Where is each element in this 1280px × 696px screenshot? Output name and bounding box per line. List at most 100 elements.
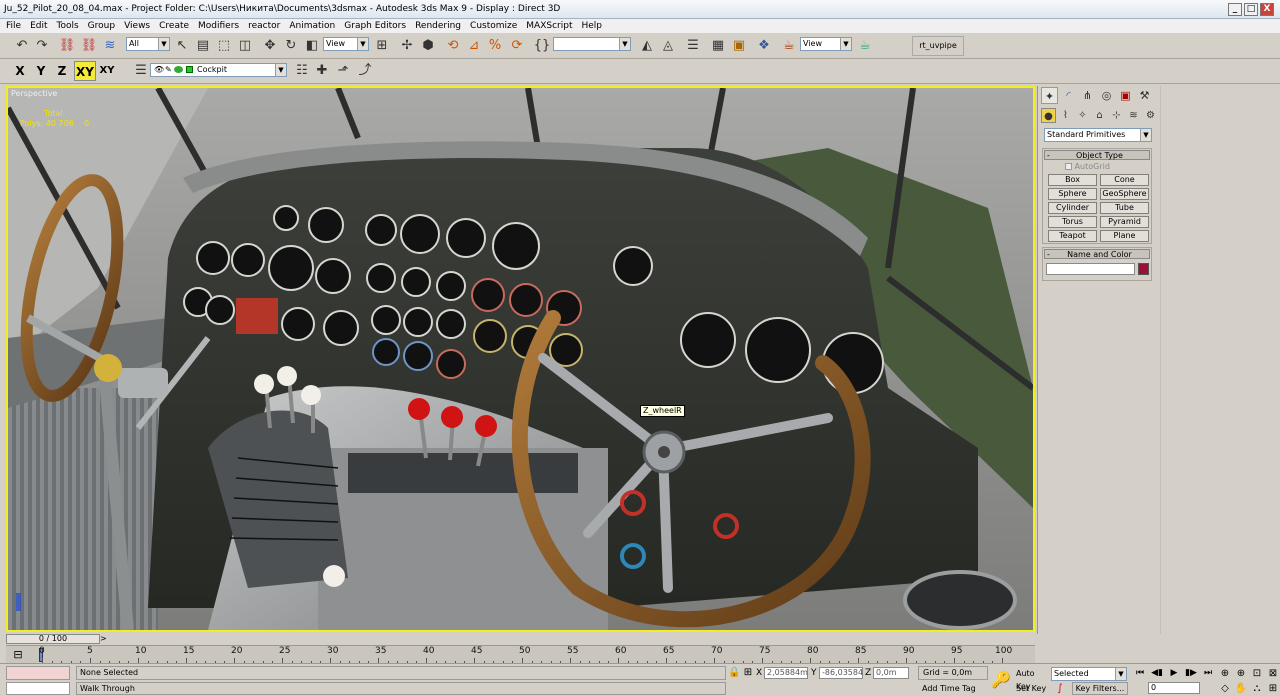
next-frame-icon[interactable]: ▮▶ — [1183, 667, 1199, 680]
selection-filter-dropdown[interactable]: All ▼ — [126, 37, 170, 51]
minimize-button[interactable]: _ — [1228, 3, 1242, 16]
pan-icon[interactable]: ✋ — [1234, 682, 1248, 695]
menu-file[interactable]: File — [6, 19, 21, 33]
field-of-view-icon[interactable]: ◇ — [1218, 682, 1232, 695]
sphere-button[interactable]: Sphere — [1048, 188, 1097, 200]
menu-views[interactable]: Views — [124, 19, 150, 33]
reference-coord-dropdown[interactable]: View ▼ — [323, 37, 369, 51]
perspective-viewport[interactable]: Perspective Total Polys: 40 706 0 Z_whee… — [6, 86, 1035, 632]
current-layer-dropdown[interactable]: 👁 ✎ Cockpit ▼ — [150, 63, 287, 77]
align-icon[interactable]: ◬ — [658, 36, 678, 56]
teapot-button[interactable]: Teapot — [1048, 230, 1097, 242]
named-selection-dropdown[interactable]: ▼ — [553, 37, 631, 51]
rt-uvpipe-button[interactable]: rt_uvpipe — [912, 36, 964, 56]
create-tab-icon[interactable]: ✦ — [1041, 87, 1058, 104]
create-layer-icon[interactable]: ☷ — [292, 61, 312, 81]
menu-group[interactable]: Group — [88, 19, 115, 33]
cone-button[interactable]: Cone — [1100, 174, 1149, 186]
y-coord-input[interactable]: -86,03584 — [819, 667, 863, 679]
axis-xy-button[interactable]: XY — [74, 61, 96, 81]
redo-icon[interactable]: ↷ — [32, 36, 52, 56]
z-coord-input[interactable]: 0,0m — [873, 667, 909, 679]
link-icon[interactable]: ⛓ — [57, 36, 77, 56]
menu-animation[interactable]: Animation — [289, 19, 335, 33]
bind-spacewarp-icon[interactable]: ≋ — [100, 36, 120, 56]
cameras-icon[interactable]: ⌂ — [1092, 108, 1107, 123]
go-to-end-icon[interactable]: ⏭ — [1200, 667, 1216, 680]
mini-curve-editor-icon[interactable]: ⊟ — [8, 648, 28, 662]
keyboard-shortcut-icon[interactable]: ⬢ — [418, 36, 438, 56]
torus-button[interactable]: Torus — [1048, 216, 1097, 228]
go-to-start-icon[interactable]: ⏮ — [1132, 667, 1148, 680]
utilities-tab-icon[interactable]: ⚒ — [1136, 87, 1153, 104]
tube-button[interactable]: Tube — [1100, 202, 1149, 214]
add-to-layer-icon[interactable]: ✚ — [312, 61, 332, 81]
default-tangents-icon[interactable]: ∫ — [1051, 682, 1069, 695]
render-scene-icon[interactable]: ☕ — [779, 36, 799, 56]
menu-maxscript[interactable]: MAXScript — [526, 19, 572, 33]
set-key-icon[interactable]: 🔑 — [990, 670, 1012, 690]
axis-x-button[interactable]: X — [11, 61, 29, 81]
lights-icon[interactable]: ✧ — [1075, 108, 1090, 123]
zoom-icon[interactable]: ⊕ — [1218, 667, 1232, 680]
systems-icon[interactable]: ⚙ — [1143, 108, 1158, 123]
object-color-swatch[interactable] — [1138, 263, 1149, 275]
play-icon[interactable]: ▶ — [1166, 667, 1182, 680]
axis-y-button[interactable]: Y — [32, 61, 50, 81]
select-manipulate-icon[interactable]: ✢ — [397, 36, 417, 56]
viewport-label[interactable]: Perspective — [11, 89, 57, 98]
pivot-center-icon[interactable]: ⊞ — [372, 36, 392, 56]
zoom-extents-all-icon[interactable]: ⊠ — [1266, 667, 1280, 680]
object-name-input[interactable] — [1046, 263, 1135, 275]
maxscript-mini-input[interactable] — [6, 682, 70, 695]
key-filters-button[interactable]: Key Filters... — [1072, 682, 1128, 695]
menu-customize[interactable]: Customize — [470, 19, 517, 33]
curve-editor-icon[interactable]: ▦ — [708, 36, 728, 56]
absolute-transform-icon[interactable]: ⊞ — [742, 666, 754, 679]
menu-rendering[interactable]: Rendering — [415, 19, 461, 33]
set-key-button[interactable]: Set Key — [1016, 682, 1050, 695]
quick-render-icon[interactable]: ☕ — [855, 36, 875, 56]
unlink-icon[interactable]: ⛓ — [79, 36, 99, 56]
rotate-icon[interactable]: ↻ — [281, 36, 301, 56]
menu-modifiers[interactable]: Modifiers — [198, 19, 239, 33]
layers-icon[interactable]: ☰ — [131, 61, 151, 81]
x-coord-input[interactable]: 2,05884m — [764, 667, 808, 679]
named-selection-icon[interactable]: {} — [532, 36, 552, 56]
render-type-dropdown[interactable]: View ▼ — [800, 37, 852, 51]
geometry-icon[interactable]: ● — [1041, 108, 1056, 123]
select-in-layer-icon[interactable]: ⬏ — [333, 61, 353, 81]
mirror-icon[interactable]: ◭ — [637, 36, 657, 56]
key-mode-dropdown[interactable]: Selected ▼ — [1051, 667, 1127, 681]
hierarchy-tab-icon[interactable]: ⋔ — [1079, 87, 1096, 104]
next-frame-icon[interactable]: > — [100, 634, 108, 644]
undo-icon[interactable]: ↶ — [12, 36, 32, 56]
shapes-icon[interactable]: ⌇ — [1058, 108, 1073, 123]
angle-snap-icon[interactable]: ⊿ — [464, 36, 484, 56]
time-slider-track[interactable]: 0 / 100 > — [6, 634, 1035, 644]
time-slider-thumb[interactable]: 0 / 100 — [6, 634, 100, 644]
menu-edit[interactable]: Edit — [30, 19, 47, 33]
walk-through-icon[interactable]: ⛬ — [1250, 682, 1264, 695]
material-editor-icon[interactable]: ❖ — [754, 36, 774, 56]
modify-tab-icon[interactable]: ◜ — [1060, 87, 1077, 104]
previous-frame-icon[interactable]: ◀▮ — [1149, 667, 1165, 680]
layer-manager-icon[interactable]: ☰ — [683, 36, 703, 56]
snap-toggle-icon[interactable]: ⟲ — [443, 36, 463, 56]
name-and-color-header[interactable]: - Name and Color — [1044, 249, 1150, 259]
geosphere-button[interactable]: GeoSphere — [1100, 188, 1149, 200]
zoom-extents-icon[interactable]: ⊡ — [1250, 667, 1264, 680]
schematic-view-icon[interactable]: ▣ — [729, 36, 749, 56]
select-object-icon[interactable]: ↖ — [172, 36, 192, 56]
plane-button[interactable]: Plane — [1100, 230, 1149, 242]
axis-xyz-button[interactable]: XY — [97, 61, 117, 81]
box-button[interactable]: Box — [1048, 174, 1097, 186]
menu-tools[interactable]: Tools — [57, 19, 79, 33]
auto-key-button[interactable]: Auto Key — [1016, 667, 1050, 691]
menu-reactor[interactable]: reactor — [248, 19, 280, 33]
motion-tab-icon[interactable]: ◎ — [1098, 87, 1115, 104]
menu-help[interactable]: Help — [581, 19, 602, 33]
current-frame-input[interactable]: 0 — [1148, 682, 1200, 694]
maximize-viewport-icon[interactable]: ⊞ — [1266, 682, 1280, 695]
axis-z-button[interactable]: Z — [53, 61, 71, 81]
